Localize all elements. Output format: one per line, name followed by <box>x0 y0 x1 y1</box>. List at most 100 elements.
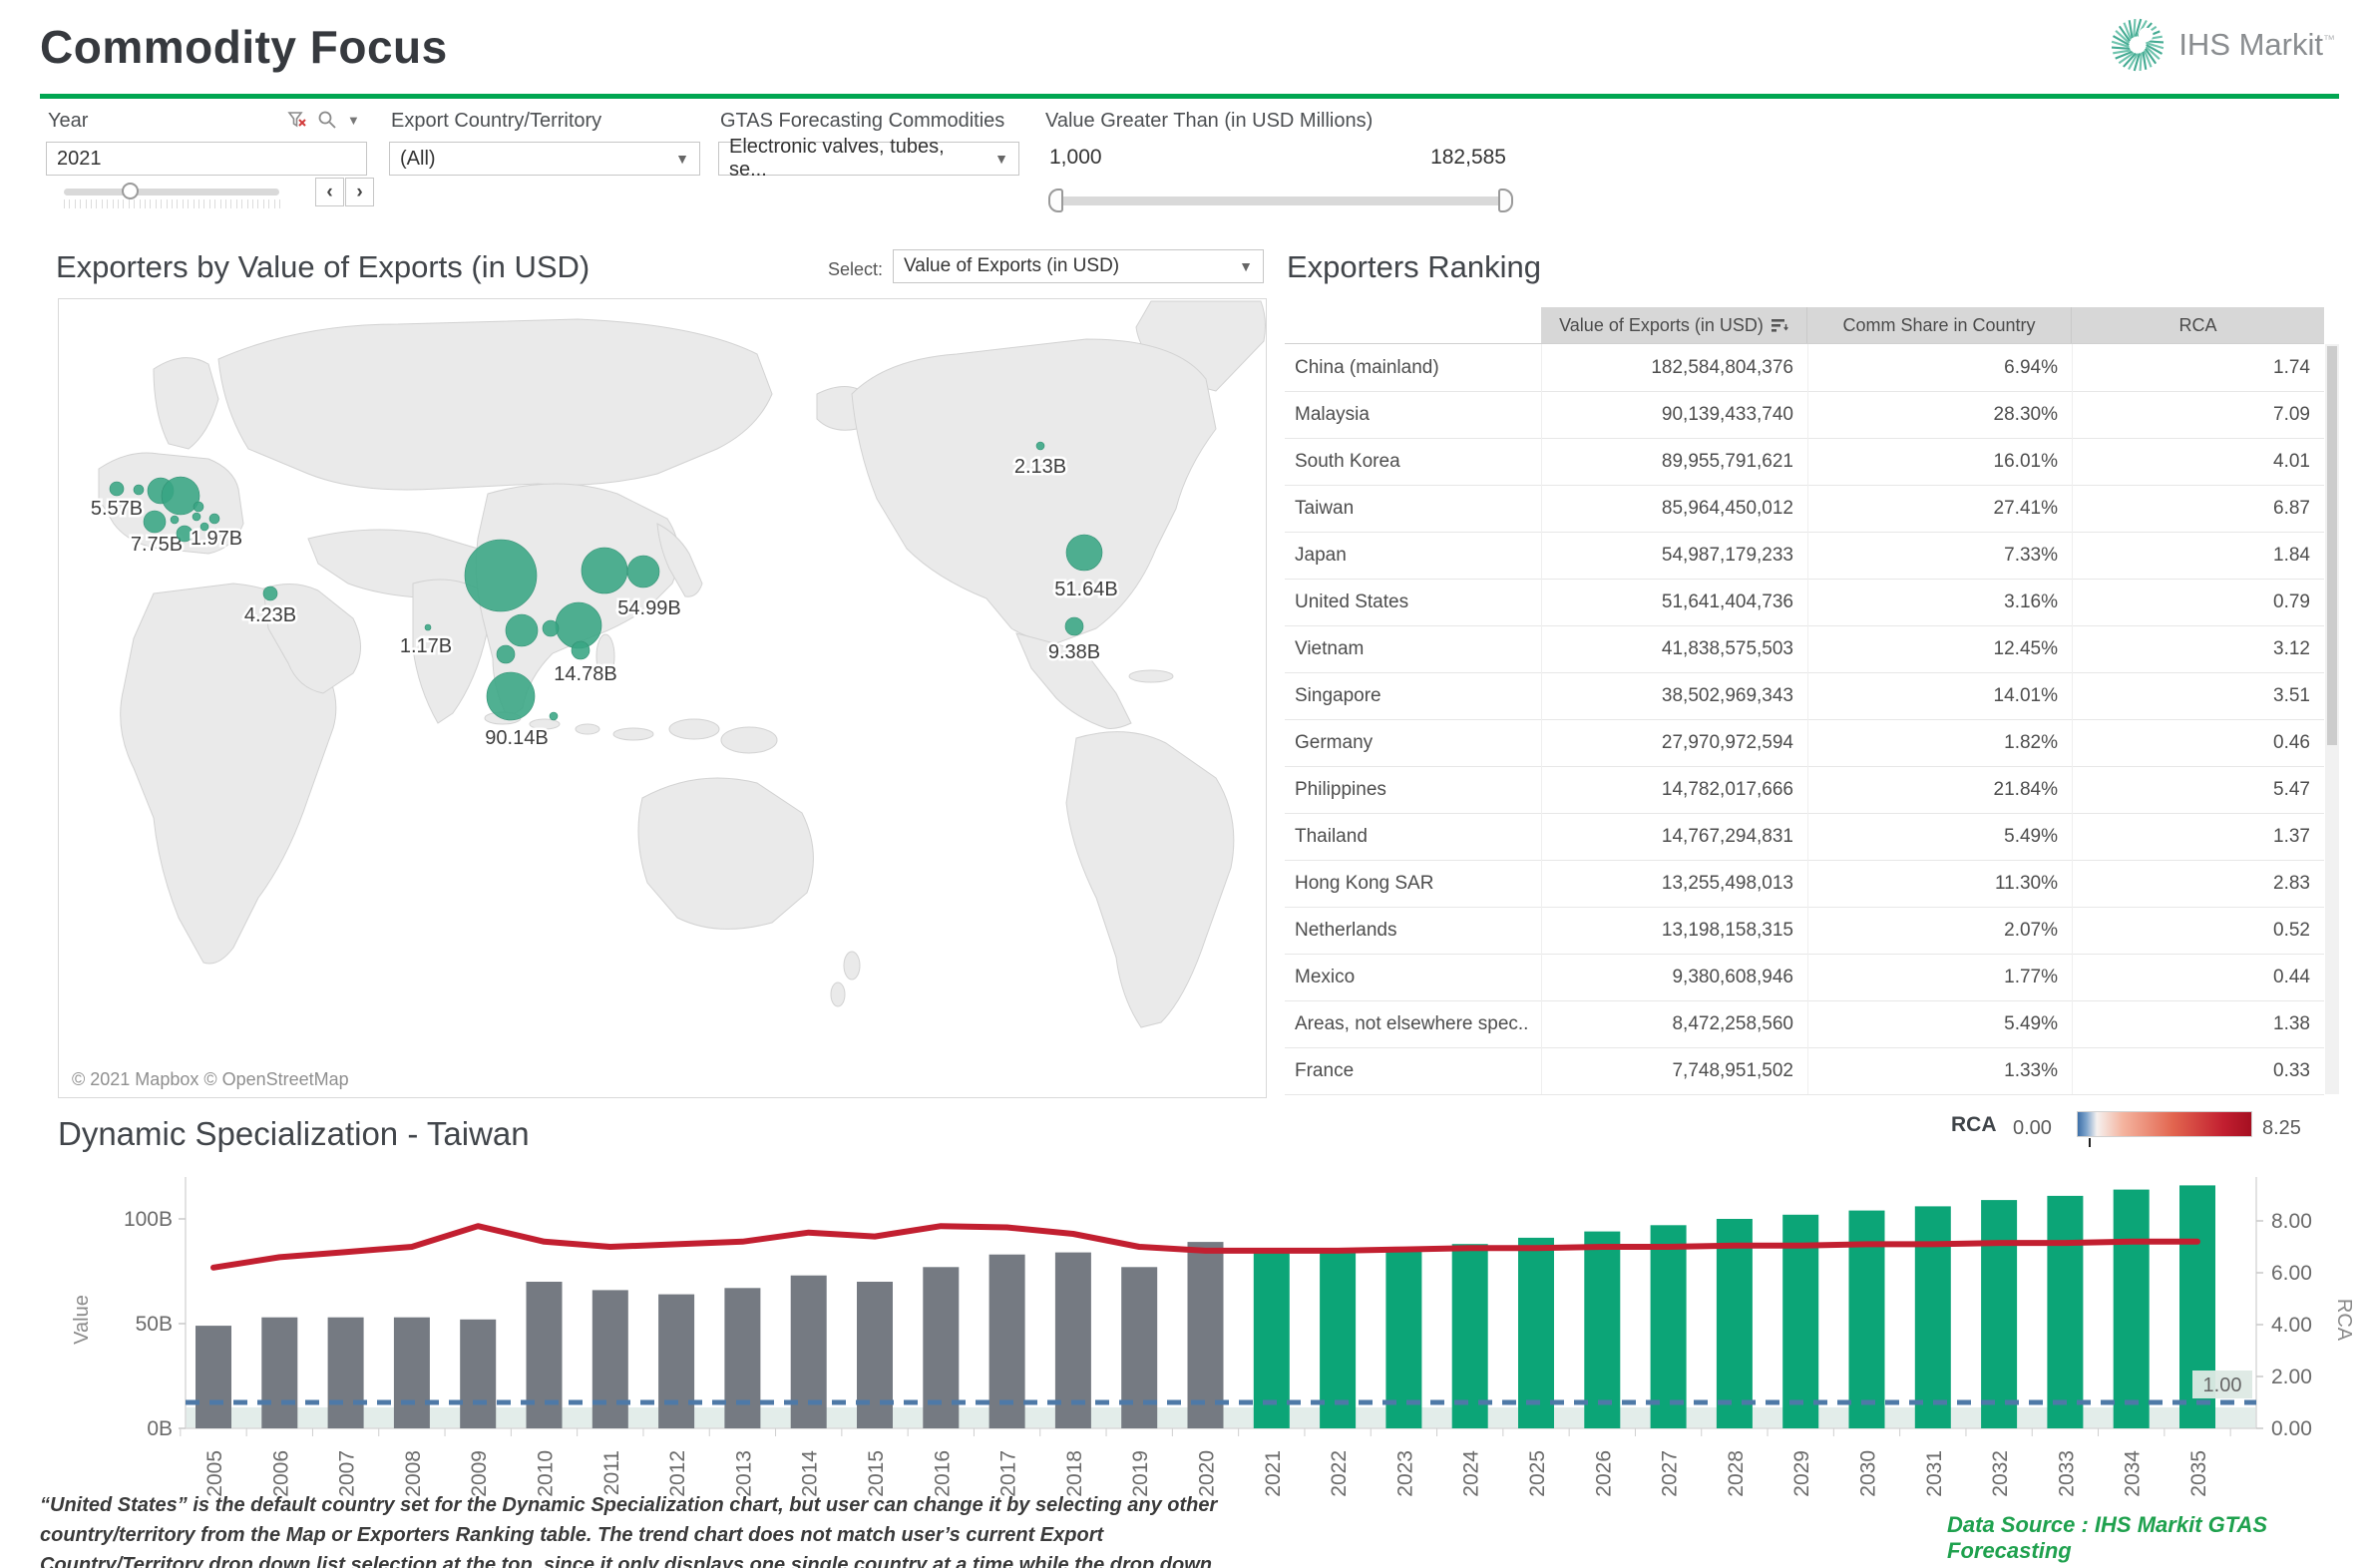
year-input[interactable] <box>46 142 367 176</box>
map-bubble-indonesia[interactable] <box>550 712 558 720</box>
table-row[interactable]: China (mainland)182,584,804,3766.94%1.74 <box>1285 344 2324 392</box>
map-measure-value: Value of Exports (in USD) <box>904 255 1119 277</box>
table-row[interactable]: Taiwan85,964,450,01227.41%6.87 <box>1285 485 2324 533</box>
table-row[interactable]: Singapore38,502,969,34314.01%3.51 <box>1285 672 2324 720</box>
clear-filter-icon[interactable] <box>287 110 307 130</box>
cell-country: Japan <box>1285 532 1541 579</box>
table-row[interactable]: France7,748,951,5021.33%0.33 <box>1285 1047 2324 1095</box>
map-bubble-united-states[interactable] <box>1066 535 1102 571</box>
table-row[interactable]: Hong Kong SAR13,255,498,01311.30%2.83 <box>1285 860 2324 908</box>
year-prev-button[interactable]: ‹ <box>315 178 344 206</box>
map-bubble-vietnam[interactable] <box>497 645 515 663</box>
map-bubble-china-mainland-[interactable] <box>465 540 537 611</box>
bar-2011[interactable] <box>592 1290 628 1428</box>
map-bubble-hungary[interactable] <box>209 514 219 524</box>
column-header-value[interactable]: Value of Exports (in USD) <box>1541 307 1807 343</box>
map-bubble-france[interactable] <box>144 511 166 533</box>
bar-2034[interactable] <box>2114 1190 2150 1428</box>
bar-2009[interactable] <box>460 1320 496 1428</box>
cell-export-value: 8,472,258,560 <box>1541 1000 1807 1047</box>
map-bubble-india[interactable] <box>425 624 431 630</box>
bar-2008[interactable] <box>394 1318 430 1428</box>
map-bubble-ireland[interactable] <box>110 482 124 496</box>
map-bubble-israel[interactable] <box>263 587 277 600</box>
cell-rca: 3.51 <box>2072 672 2324 719</box>
slider-tick <box>247 199 248 208</box>
map-bubble-mexico[interactable] <box>1065 617 1083 635</box>
map-bubble-austria[interactable] <box>193 513 200 521</box>
bar-2012[interactable] <box>658 1295 694 1428</box>
table-row[interactable]: Thailand14,767,294,8315.49%1.37 <box>1285 813 2324 861</box>
map-bubble-south-korea[interactable] <box>582 548 627 593</box>
bar-2031[interactable] <box>1915 1206 1951 1428</box>
map-measure-dropdown[interactable]: Value of Exports (in USD) ▼ <box>893 249 1264 283</box>
cell-rca: 1.84 <box>2072 532 2324 579</box>
world-map[interactable]: 5.57B7.75B1.97B4.23B1.17B54.99B14.78B90.… <box>58 298 1267 1098</box>
table-row[interactable]: Japan54,987,179,2337.33%1.84 <box>1285 532 2324 580</box>
commodities-dropdown[interactable]: Electronic valves, tubes, se... ▼ <box>718 142 1019 176</box>
bar-2014[interactable] <box>791 1276 827 1428</box>
bar-2013[interactable] <box>724 1288 760 1428</box>
year-axis-label: 2034 <box>2122 1450 2145 1497</box>
map-bubble-canada[interactable] <box>1036 442 1044 450</box>
year-axis-label: 2023 <box>1393 1450 1416 1497</box>
table-row[interactable]: Vietnam41,838,575,50312.45%3.12 <box>1285 625 2324 673</box>
year-next-button[interactable]: › <box>345 178 374 206</box>
slider-tick <box>145 199 146 208</box>
bar-2006[interactable] <box>261 1318 297 1428</box>
slider-tick <box>91 199 92 208</box>
search-icon[interactable] <box>317 110 337 130</box>
map-bubble-czechia[interactable] <box>194 502 203 512</box>
map-section-title: Exporters by Value of Exports (in USD) <box>56 249 590 285</box>
table-row[interactable]: Germany27,970,972,5941.82%0.46 <box>1285 719 2324 767</box>
table-row[interactable]: Philippines14,782,017,66621.84%5.47 <box>1285 766 2324 814</box>
cell-country: Netherlands <box>1285 907 1541 954</box>
year-slider-knob[interactable] <box>122 183 139 199</box>
value-range-slider[interactable] <box>1055 196 1506 205</box>
table-scrollbar-thumb[interactable] <box>2327 346 2337 745</box>
bar-2010[interactable] <box>527 1282 563 1428</box>
table-row[interactable]: Areas, not elsewhere spec..8,472,258,560… <box>1285 1000 2324 1048</box>
filter-menu-caret-icon[interactable]: ▼ <box>347 113 360 128</box>
table-row[interactable]: United States51,641,404,7363.16%0.79 <box>1285 579 2324 626</box>
bubble-value-label: 1.97B <box>191 528 242 550</box>
table-row[interactable]: Netherlands13,198,158,3152.07%0.52 <box>1285 907 2324 955</box>
rca-axis-tick: 0.00 <box>2271 1417 2312 1440</box>
rca-axis-tick: 2.00 <box>2271 1366 2312 1388</box>
range-handle-max[interactable] <box>1498 189 1513 212</box>
range-handle-min[interactable] <box>1048 189 1063 212</box>
year-slider[interactable] <box>64 189 279 196</box>
table-row[interactable]: Malaysia90,139,433,74028.30%7.09 <box>1285 391 2324 439</box>
slider-tick <box>134 199 135 208</box>
bar-2015[interactable] <box>857 1282 893 1428</box>
slider-tick <box>263 199 264 208</box>
column-header-share[interactable]: Comm Share in Country <box>1807 307 2072 343</box>
slider-tick <box>123 199 124 208</box>
map-bubble-united-kingdom[interactable] <box>134 485 144 495</box>
map-bubble-malaysia[interactable] <box>487 672 535 720</box>
year-axis-label: 2032 <box>1989 1450 2012 1497</box>
bar-2033[interactable] <box>2047 1196 2083 1428</box>
chevron-down-icon: ▼ <box>1239 258 1253 274</box>
sort-desc-icon[interactable] <box>1772 318 1788 333</box>
map-attribution[interactable]: © 2021 Mapbox © OpenStreetMap <box>66 1067 355 1092</box>
map-bubble-philippines[interactable] <box>572 641 590 659</box>
map-bubble-hong-kong-sar[interactable] <box>543 620 559 636</box>
map-bubble-switzerland[interactable] <box>171 516 179 524</box>
table-row[interactable]: Mexico9,380,608,9461.77%0.44 <box>1285 954 2324 1001</box>
column-header-rca[interactable]: RCA <box>2072 307 2324 343</box>
map-bubble-japan[interactable] <box>627 556 659 588</box>
year-axis-label: 2011 <box>600 1450 623 1495</box>
cell-export-value: 182,584,804,376 <box>1541 344 1807 391</box>
export-country-dropdown[interactable]: (All) ▼ <box>389 142 700 176</box>
bar-2026[interactable] <box>1584 1232 1620 1428</box>
bar-2005[interactable] <box>196 1326 231 1428</box>
map-bubble-balkans[interactable] <box>200 523 208 531</box>
bar-2027[interactable] <box>1651 1225 1687 1428</box>
bar-2032[interactable] <box>1981 1200 2017 1428</box>
map-bubble-thailand[interactable] <box>506 614 538 646</box>
bar-2025[interactable] <box>1518 1238 1554 1428</box>
bar-2007[interactable] <box>328 1318 364 1428</box>
table-row[interactable]: South Korea89,955,791,62116.01%4.01 <box>1285 438 2324 486</box>
bar-2028[interactable] <box>1717 1219 1753 1428</box>
